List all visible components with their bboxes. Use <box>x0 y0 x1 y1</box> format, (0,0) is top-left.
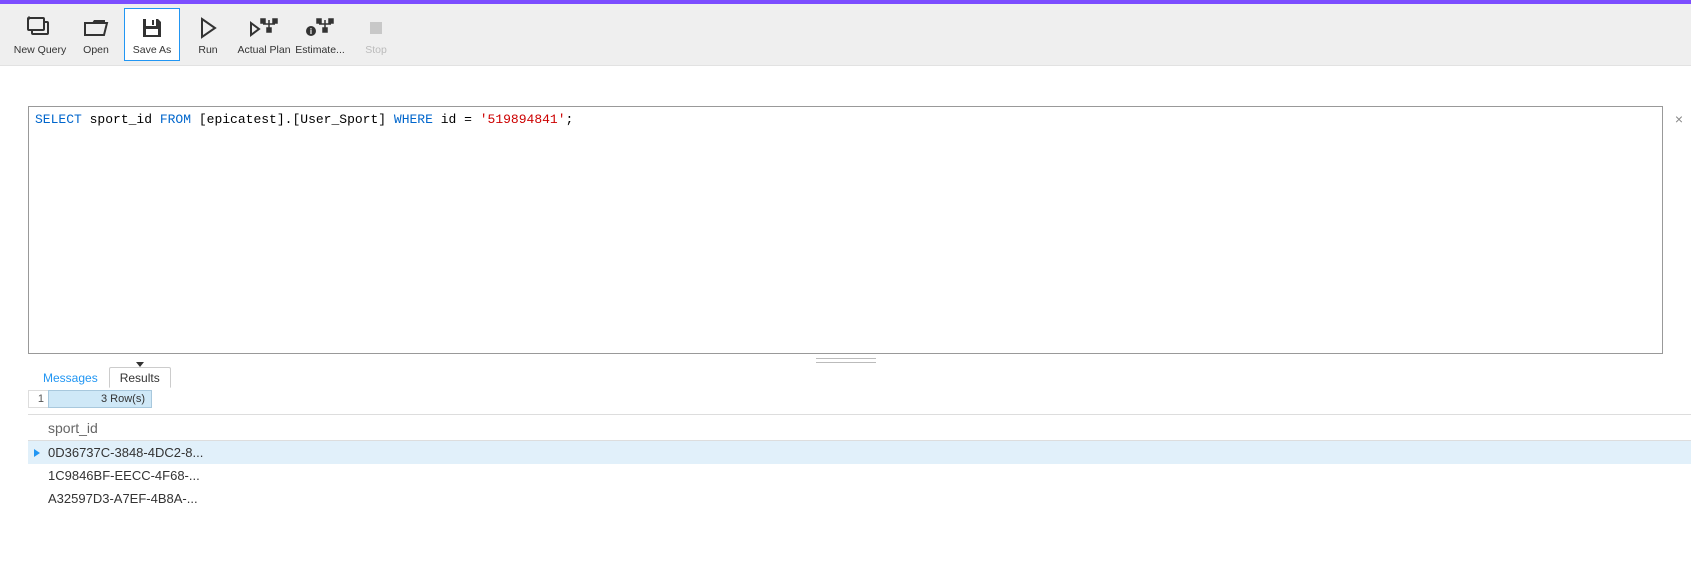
save-as-label: Save As <box>133 44 172 56</box>
caret-down-icon <box>136 362 144 367</box>
open-button[interactable]: Open <box>68 8 124 61</box>
tab-messages[interactable]: Messages <box>32 367 109 388</box>
actual-plan-button[interactable]: Actual Plan <box>236 8 292 61</box>
sql-text: [epicatest].[User_Sport] <box>191 112 394 127</box>
stop-icon <box>368 14 384 42</box>
stop-button[interactable]: Stop <box>348 8 404 61</box>
svg-text:i: i <box>310 27 312 36</box>
estimate-label: Estimate... <box>295 44 345 56</box>
status-sequence: 1 <box>28 390 48 408</box>
tab-results[interactable]: Results <box>109 367 171 388</box>
new-query-icon <box>26 14 54 42</box>
sql-keyword: FROM <box>160 112 191 127</box>
table-row[interactable]: 0D36737C-3848-4DC2-8... <box>28 441 1691 464</box>
toolbar: New Query Open Save As Run <box>0 4 1691 66</box>
status-row-count: 3 Row(s) <box>48 390 152 408</box>
new-query-button[interactable]: New Query <box>12 8 68 61</box>
cell-sport-id[interactable]: 0D36737C-3848-4DC2-8... <box>46 445 203 460</box>
open-label: Open <box>83 44 109 56</box>
editor-area: × SELECT sport_id FROM [epicatest].[User… <box>0 106 1691 354</box>
close-icon[interactable]: × <box>1675 112 1683 126</box>
play-icon <box>198 14 218 42</box>
estimate-button[interactable]: i Estimate... <box>292 8 348 61</box>
run-label: Run <box>198 44 217 56</box>
cell-sport-id[interactable]: 1C9846BF-EECC-4F68-... <box>46 468 200 483</box>
sql-editor[interactable]: SELECT sport_id FROM [epicatest].[User_S… <box>28 106 1663 354</box>
column-header-sport-id[interactable]: sport_id <box>46 420 98 436</box>
stop-label: Stop <box>365 44 387 56</box>
run-button[interactable]: Run <box>180 8 236 61</box>
actual-plan-label: Actual Plan <box>237 44 290 56</box>
cell-sport-id[interactable]: A32597D3-A7EF-4B8A-... <box>46 491 198 506</box>
sql-text: id = <box>433 112 480 127</box>
sql-string: '519894841' <box>480 112 566 127</box>
new-query-label: New Query <box>14 44 67 56</box>
results-grid: sport_id 0D36737C-3848-4DC2-8... 1C9846B… <box>28 414 1691 510</box>
grid-header-row: sport_id <box>28 415 1691 441</box>
table-row[interactable]: 1C9846BF-EECC-4F68-... <box>28 464 1691 487</box>
result-status-row: 1 3 Row(s) <box>28 390 1691 408</box>
save-icon <box>140 14 164 42</box>
table-row[interactable]: A32597D3-A7EF-4B8A-... <box>28 487 1691 510</box>
open-folder-icon <box>83 14 109 42</box>
save-as-button[interactable]: Save As <box>124 8 180 61</box>
sql-text: ; <box>566 112 574 127</box>
current-row-marker-icon <box>34 449 40 457</box>
sql-keyword: SELECT <box>35 112 82 127</box>
result-tabs: Messages Results <box>0 366 1691 388</box>
tab-results-label: Results <box>120 371 160 385</box>
actual-plan-icon <box>249 14 279 42</box>
estimate-plan-icon: i <box>305 14 335 42</box>
sql-keyword: WHERE <box>394 112 433 127</box>
row-marker-gutter <box>28 449 46 457</box>
sql-text: sport_id <box>82 112 160 127</box>
splitter-handle[interactable] <box>0 354 1691 366</box>
